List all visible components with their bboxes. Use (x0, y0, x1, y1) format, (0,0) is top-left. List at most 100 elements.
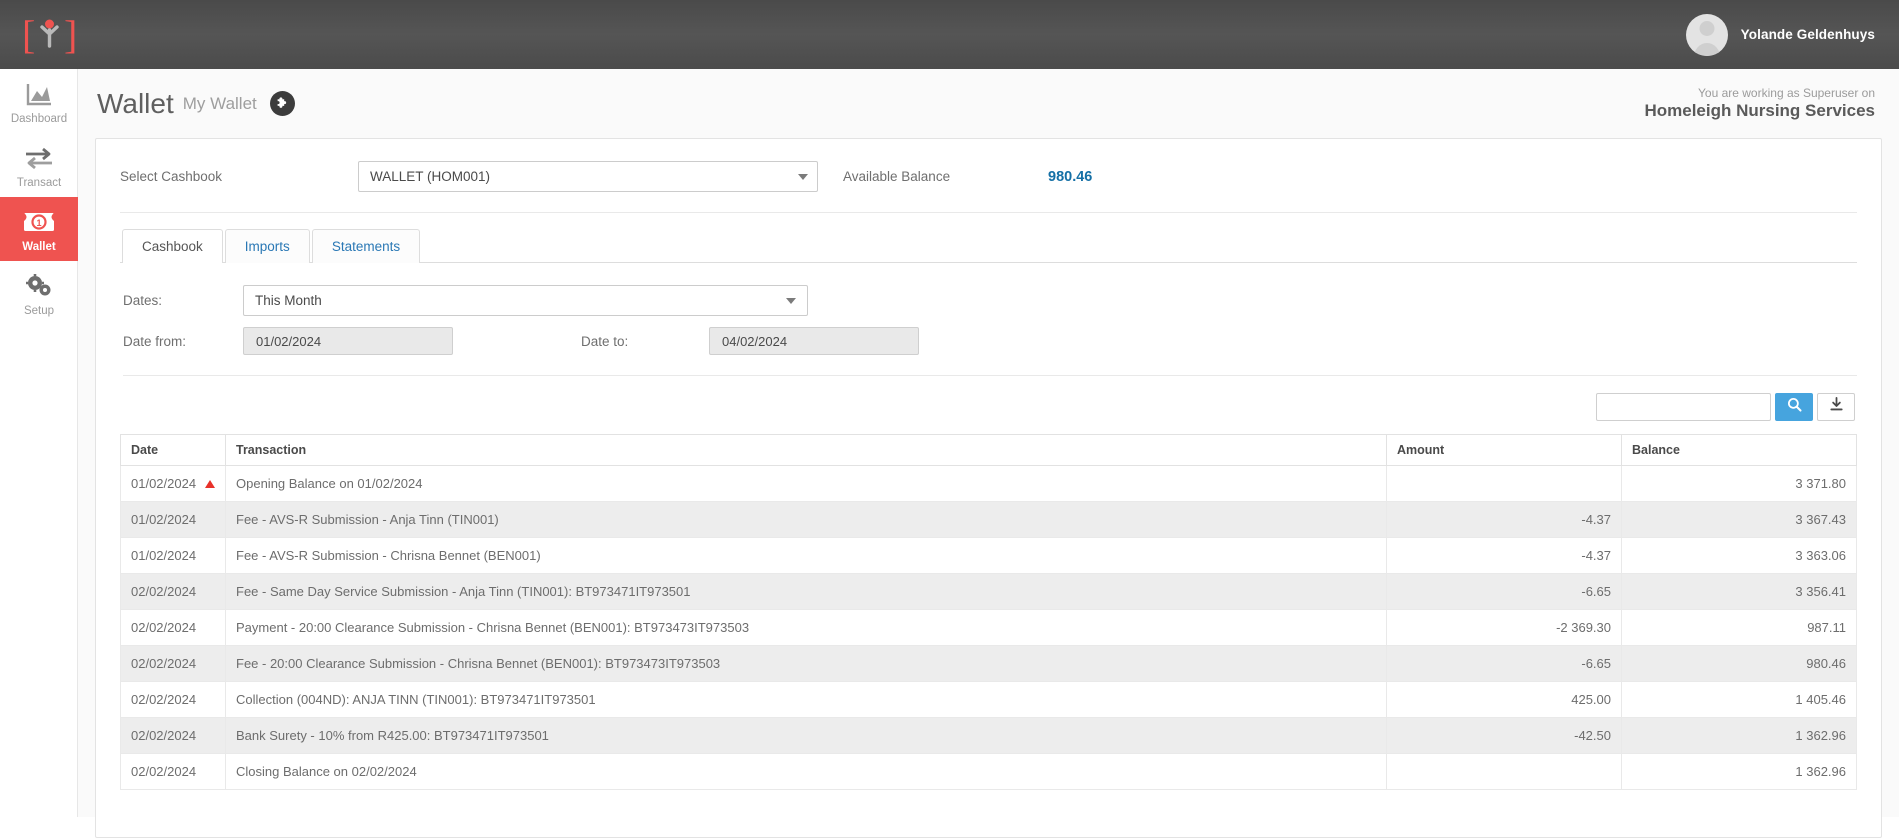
page-header: Wallet My Wallet You are working as Supe… (78, 69, 1899, 138)
cell-date: 01/02/2024 (120, 501, 226, 538)
cell-transaction: Fee - AVS-R Submission - Anja Tinn (TIN0… (225, 501, 1387, 538)
cell-amount (1386, 465, 1622, 502)
column-header-amount[interactable]: Amount (1386, 434, 1622, 466)
cell-transaction: Opening Balance on 01/02/2024 (225, 465, 1387, 502)
table-row[interactable]: 02/02/2024 Fee - Same Day Service Submiss… (120, 573, 1857, 610)
cell-date-text: 02/02/2024 (131, 764, 197, 779)
sage-bracket-logo-icon[interactable]: [ ] (22, 10, 78, 60)
table-row[interactable]: 02/02/2024 Collection (004ND): ANJA TINN … (120, 681, 1857, 718)
page-subtitle: My Wallet (182, 93, 257, 113)
dates-label: Dates: (123, 293, 163, 308)
available-balance-value: 980.46 (1048, 168, 1093, 185)
sidebar-item-label: Setup (23, 305, 55, 317)
banknote-icon: 1 (23, 208, 55, 236)
cell-balance: 987.11 (1621, 609, 1857, 646)
working-context-prefix: You are working as Superuser on (1698, 86, 1875, 100)
sort-ascending-triangle-icon (205, 479, 215, 488)
cell-amount: -4.37 (1386, 537, 1622, 574)
cell-balance: 3 356.41 (1621, 573, 1857, 610)
cell-transaction: Fee - 20:00 Clearance Submission - Chris… (225, 645, 1387, 682)
sidebar-item-transact[interactable]: Transact (0, 133, 78, 197)
table-row[interactable]: 02/02/2024 Bank Surety - 10% from R425.00… (120, 717, 1857, 754)
column-header-transaction[interactable]: Transaction (225, 434, 1387, 466)
page-title: Wallet (97, 87, 174, 119)
cell-balance: 1 362.96 (1621, 717, 1857, 754)
cell-date-text: 02/02/2024 (131, 728, 197, 743)
date-to-label: Date to: (581, 333, 629, 349)
chevron-down-icon (786, 297, 796, 304)
svg-text:[: [ (22, 12, 35, 57)
main-content: Wallet My Wallet You are working as Supe… (78, 69, 1899, 838)
cell-balance: 3 371.80 (1621, 465, 1857, 502)
svg-text:]: ] (64, 12, 77, 57)
working-context: You are working as Superuser on Homeleig… (1644, 86, 1875, 121)
cell-transaction: Bank Surety - 10% from R425.00: BT973471… (225, 717, 1387, 754)
cell-balance: 980.46 (1621, 645, 1857, 682)
search-input[interactable] (1596, 393, 1771, 421)
cell-date-text: 01/02/2024 (131, 476, 197, 491)
cell-date-text: 01/02/2024 (131, 548, 197, 563)
export-button[interactable] (1817, 393, 1855, 421)
table-row[interactable]: 01/02/2024 Fee - AVS-R Submission - Anja … (120, 501, 1857, 538)
svg-text:1: 1 (36, 218, 41, 228)
tab-bar: Cashbook Imports Statements (96, 213, 1881, 263)
cell-date-text: 01/02/2024 (131, 512, 197, 527)
download-icon (1829, 397, 1844, 417)
chevron-down-icon (798, 173, 808, 180)
working-context-org: Homeleigh Nursing Services (1644, 101, 1875, 120)
sidebar: Dashboard Transact 1 Wallet Setup (0, 69, 78, 817)
date-to-input[interactable]: 04/02/2024 (709, 327, 919, 355)
sidebar-item-wallet[interactable]: 1 Wallet (0, 197, 78, 261)
tab-cashbook[interactable]: Cashbook (122, 229, 223, 263)
cell-date: 02/02/2024 (120, 681, 226, 718)
cell-amount: -6.65 (1386, 573, 1622, 610)
dates-filter-row: Dates: This Month (120, 285, 1857, 316)
cell-transaction: Fee - Same Day Service Submission - Anja… (225, 573, 1387, 610)
table-row[interactable]: 02/02/2024 Closing Balance on 02/02/2024 1… (120, 753, 1857, 790)
sidebar-item-setup[interactable]: Setup (0, 261, 78, 325)
puzzle-piece-icon[interactable] (269, 91, 295, 116)
wallet-card: Select Cashbook WALLET (HOM001) Availabl… (95, 138, 1882, 838)
cell-balance: 1 362.96 (1621, 753, 1857, 790)
transactions-table: Date Transaction Amount Balance 01/02/20… (120, 434, 1857, 790)
table-row[interactable]: 01/02/2024 Fee - AVS-R Submission - Chris… (120, 537, 1857, 574)
cell-date-text: 02/02/2024 (131, 584, 197, 599)
table-row[interactable]: 01/02/2024 Opening Balance on 01/02/2024 3… (120, 465, 1857, 502)
date-range-row: Date from: 01/02/2024 Date to: 04/02/202… (120, 327, 1857, 355)
cell-date: 02/02/2024 (120, 645, 226, 682)
cell-date-text: 02/02/2024 (131, 656, 197, 671)
cashbook-tab-panel: Dates: This Month Date from: 01/02/2024 … (120, 262, 1857, 790)
cashbook-selector-row: Select Cashbook WALLET (HOM001) Availabl… (96, 139, 1881, 212)
magnifier-icon (1787, 397, 1802, 417)
date-from-input[interactable]: 01/02/2024 (243, 327, 453, 355)
cell-amount: -42.50 (1386, 717, 1622, 754)
cell-balance: 3 367.43 (1621, 501, 1857, 538)
cell-date: 01/02/2024 (120, 465, 226, 502)
column-header-date[interactable]: Date (120, 434, 226, 466)
cell-amount: -4.37 (1386, 501, 1622, 538)
cell-transaction: Closing Balance on 02/02/2024 (225, 753, 1387, 790)
column-header-balance[interactable]: Balance (1621, 434, 1857, 466)
exchange-arrows-icon (24, 144, 54, 172)
user-menu[interactable]: Yolande Geldenhuys (1685, 13, 1875, 56)
date-from-label: Date from: (123, 333, 187, 349)
cell-date: 02/02/2024 (120, 753, 226, 790)
dates-range-select[interactable]: This Month (243, 285, 808, 316)
sidebar-item-label: Wallet (22, 241, 56, 253)
tab-imports[interactable]: Imports (224, 229, 310, 263)
table-row[interactable]: 02/02/2024 Payment - 20:00 Clearance Subm… (120, 609, 1857, 646)
cell-date-text: 02/02/2024 (131, 620, 197, 635)
cell-amount (1386, 753, 1622, 790)
cashbook-select[interactable]: WALLET (HOM001) (358, 161, 818, 192)
tab-statements[interactable]: Statements (311, 229, 421, 263)
cell-transaction: Fee - AVS-R Submission - Chrisna Bennet … (225, 537, 1387, 574)
cell-transaction: Payment - 20:00 Clearance Submission - C… (225, 609, 1387, 646)
cell-amount: -6.65 (1386, 645, 1622, 682)
gears-icon (24, 272, 54, 300)
table-body: 01/02/2024 Opening Balance on 01/02/2024 3… (120, 465, 1857, 790)
cell-transaction: Collection (004ND): ANJA TINN (TIN001): … (225, 681, 1387, 718)
cell-date: 02/02/2024 (120, 573, 226, 610)
search-button[interactable] (1775, 393, 1813, 421)
table-row[interactable]: 02/02/2024 Fee - 20:00 Clearance Submissi… (120, 645, 1857, 682)
sidebar-item-dashboard[interactable]: Dashboard (0, 69, 78, 133)
